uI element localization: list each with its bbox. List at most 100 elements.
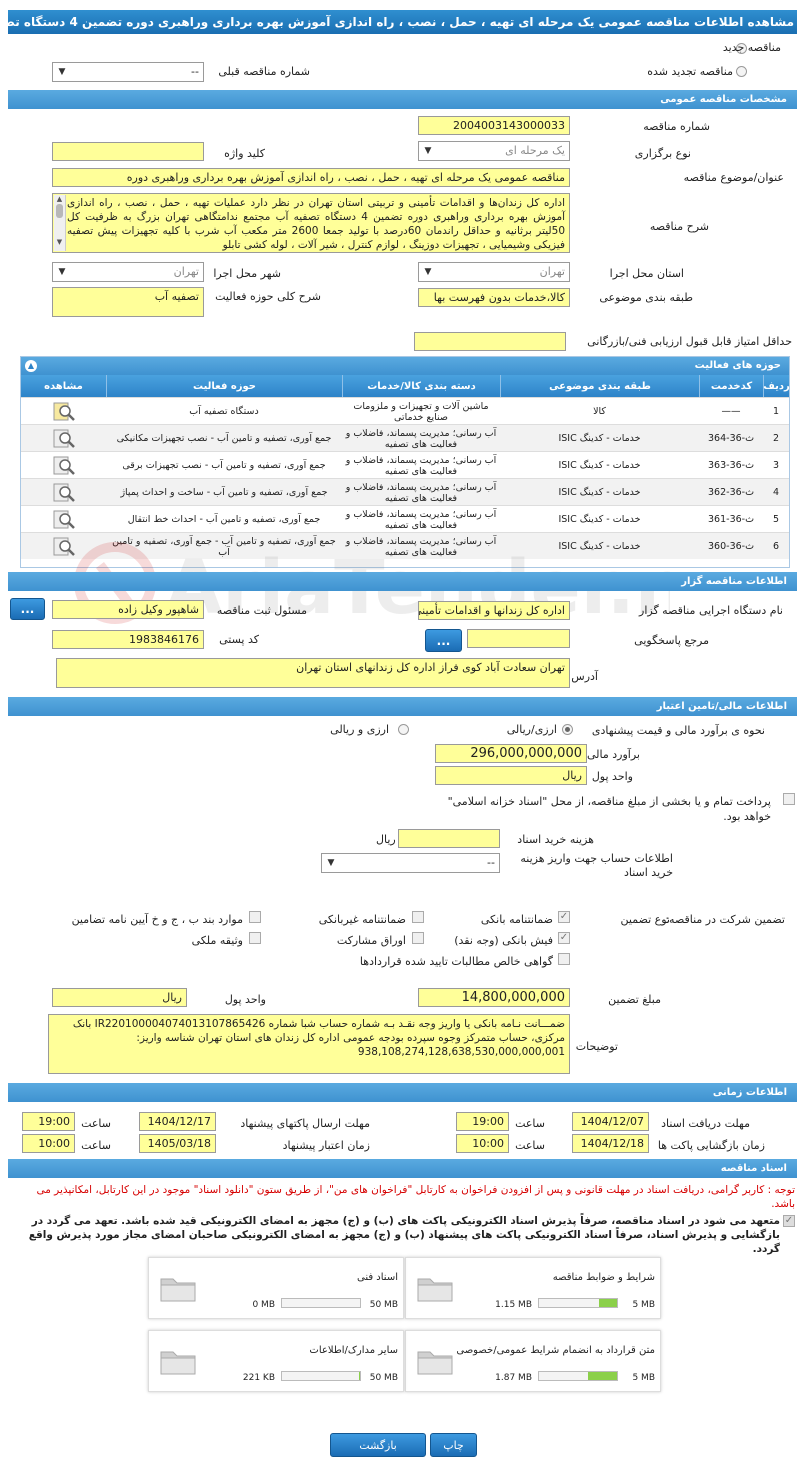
cell-group: آب رسانی؛ مدیریت پسماند، فاضلاب و فعالیت… — [345, 454, 497, 477]
file-card-contract[interactable]: متن قرارداد به انضمام شرایط عمومی/خصوصی … — [405, 1330, 661, 1392]
prev-number-select[interactable]: -- ▼ — [52, 62, 204, 82]
chevron-down-icon: ▼ — [58, 67, 66, 77]
bank-guarantee-checkbox: ✓ — [558, 911, 570, 923]
view-icon[interactable] — [21, 425, 106, 452]
cell-cat: خدمات - کدینگ ISIC — [558, 514, 641, 525]
currency-mixed-radio[interactable] — [562, 724, 573, 735]
commit-text: متعهد می شود در اسناد مناقصه، صرفاً پذیر… — [28, 1215, 780, 1255]
cell-n: 4 — [772, 487, 780, 498]
description-scrollbar[interactable]: ▲ ▼ — [54, 195, 66, 251]
city-value: تهران — [173, 265, 199, 278]
valid-time-label: ساعت — [81, 1139, 111, 1152]
view-icon[interactable] — [21, 533, 106, 560]
print-button[interactable]: چاپ — [430, 1433, 477, 1457]
view-icon[interactable] — [21, 452, 106, 479]
chevron-down-icon: ▼ — [424, 267, 432, 277]
cell-group: ماشین آلات و تجهیزات و ملزومات صنایع خدم… — [353, 400, 489, 423]
open-time-label: ساعت — [515, 1139, 545, 1152]
reference-more-button[interactable]: ... — [425, 629, 462, 652]
treasury-text: پرداخت تمام و یا بخشی از مبلغ مناقصه، از… — [447, 795, 771, 823]
cell-cat: خدمات - کدینگ ISIC — [558, 541, 641, 552]
file-usage-bar — [538, 1371, 618, 1381]
activities-table: حوزه های فعالیت ▲ ردیف کدخدمت طبقه بندی … — [20, 356, 790, 568]
file-card-other[interactable]: سایر مدارک/اطلاعات 50 MB 221 KB — [148, 1330, 404, 1392]
view-icon[interactable] — [21, 479, 106, 506]
file-name: اسناد فنی — [357, 1272, 398, 1283]
commit-checkbox: ✓ — [783, 1215, 795, 1227]
responsible-more-button[interactable]: ... — [10, 598, 45, 620]
cell-n: 1 — [772, 406, 780, 417]
folder-icon — [417, 1278, 453, 1302]
file-used: 0 MB — [252, 1300, 275, 1310]
org-label: نام دستگاه اجرایی مناقصه گزار — [639, 604, 783, 617]
send-label: مهلت ارسال پاکتهای پیشنهاد — [240, 1117, 370, 1130]
renewed-tender-label: مناقصه تجدید شده — [647, 65, 733, 78]
prev-number-value: -- — [191, 65, 199, 78]
type-value: یک مرحله ای — [505, 144, 565, 157]
guarantee-desc-field: ضمـــانت نـامه بانکی یا واریز وجه نقـد ب… — [48, 1014, 570, 1074]
description-textarea[interactable]: اداره کل زندان‌ها و اقدامات تأمینی و ترب… — [52, 193, 570, 253]
file-usage-bar — [281, 1371, 361, 1381]
back-button[interactable]: بازگشت — [330, 1433, 426, 1457]
file-card-technical[interactable]: اسناد فنی 50 MB 0 MB — [148, 1257, 404, 1319]
view-icon[interactable] — [21, 398, 106, 425]
table-row: 1 —— کالا ماشین آلات و تجهیزات و ملزومات صن… — [21, 397, 789, 424]
unit-label: واحد پول — [591, 770, 633, 783]
renewed-tender-radio[interactable] — [736, 66, 747, 77]
activities-title-text: حوزه های فعالیت — [694, 360, 781, 371]
file-used: 1.87 MB — [495, 1373, 532, 1383]
number-field: 2004003143000033 — [418, 116, 570, 135]
cell-group: آب رسانی؛ مدیریت پسماند، فاضلاب و فعالیت… — [345, 427, 497, 450]
category-field: کالا،خدمات بدون فهرست بها — [418, 288, 570, 307]
chevron-down-icon: ▼ — [327, 858, 335, 868]
bonds-checkbox — [412, 932, 424, 944]
postal-field: 1983846176 — [52, 630, 204, 649]
receive-time: 19:00 — [456, 1112, 509, 1131]
file-card-terms[interactable]: شرایط و ضوابط مناقصه 5 MB 1.15 MB — [405, 1257, 661, 1319]
col-row: ردیف — [763, 375, 789, 397]
currency-both-label: ارزی و ریالی — [330, 723, 389, 736]
send-time: 19:00 — [22, 1112, 75, 1131]
activities-table-title: حوزه های فعالیت ▲ — [21, 357, 789, 375]
receive-date: 1404/12/07 — [572, 1112, 649, 1131]
send-date: 1404/12/17 — [139, 1112, 216, 1131]
account-label: اطلاعات حساب جهت واریز هزینه خرید اسناد — [520, 852, 673, 879]
guarantee-type-label: نوع تضمین — [620, 913, 670, 926]
province-select[interactable]: تهران ▼ — [418, 262, 570, 282]
cell-field: جمع آوری، تصفیه و تامین آب - نصب تجهیزات… — [116, 433, 332, 444]
address-label: آدرس — [571, 670, 598, 683]
type-select[interactable]: یک مرحله ای ▼ — [418, 141, 570, 161]
keyword-field[interactable] — [52, 142, 204, 161]
responsible-label: مسئول ثبت مناقصه — [216, 604, 307, 617]
treasury-checkbox[interactable] — [783, 793, 795, 805]
guarantee-unit-label: واحد پول — [224, 993, 266, 1006]
cell-cat: کالا — [593, 406, 606, 417]
section-general: مشخصات مناقصه عمومی — [8, 90, 797, 109]
file-usage-bar — [538, 1298, 618, 1308]
city-select[interactable]: تهران ▼ — [52, 262, 204, 282]
cell-field: جمع آوری، تصفیه و تامین آب - احداث خط ان… — [127, 514, 321, 525]
activities-table-header: ردیف کدخدمت طبقه بندی موضوعی دسته بندی ک… — [21, 375, 789, 397]
responsible-field: شاهپور وکیل زاده — [52, 600, 204, 619]
account-select[interactable]: -- ▼ — [321, 853, 500, 873]
bonds-label: اوراق مشارکت — [336, 934, 406, 947]
property-label: وثیقه ملکی — [191, 934, 243, 947]
view-icon[interactable] — [21, 506, 106, 533]
description-text: اداره کل زندان‌ها و اقدامات تأمینی و ترب… — [67, 197, 566, 251]
collapse-icon[interactable]: ▲ — [25, 360, 37, 372]
cell-group: آب رسانی؛ مدیریت پسماند، فاضلاب و فعالیت… — [345, 508, 497, 531]
col-field: حوزه فعالیت — [106, 375, 342, 397]
cell-code: ث-36-363 — [707, 460, 755, 471]
currency-both-radio[interactable] — [398, 724, 409, 735]
cell-code: ث-36-361 — [707, 514, 755, 525]
cell-code: ث-36-360 — [707, 541, 755, 552]
page-title: مشاهده اطلاعات مناقصه عمومی یک مرحله ای … — [8, 10, 797, 34]
cell-field: دستگاه تصفیه آب — [189, 406, 259, 417]
file-name: شرایط و ضوابط مناقصه — [552, 1272, 655, 1283]
chevron-down-icon: ▼ — [424, 146, 432, 156]
receive-time-label: ساعت — [515, 1117, 545, 1130]
cell-n: 6 — [772, 541, 780, 552]
doc-cost-field — [398, 829, 500, 848]
valid-date: 1405/03/18 — [139, 1134, 216, 1153]
claims-checkbox — [558, 953, 570, 965]
